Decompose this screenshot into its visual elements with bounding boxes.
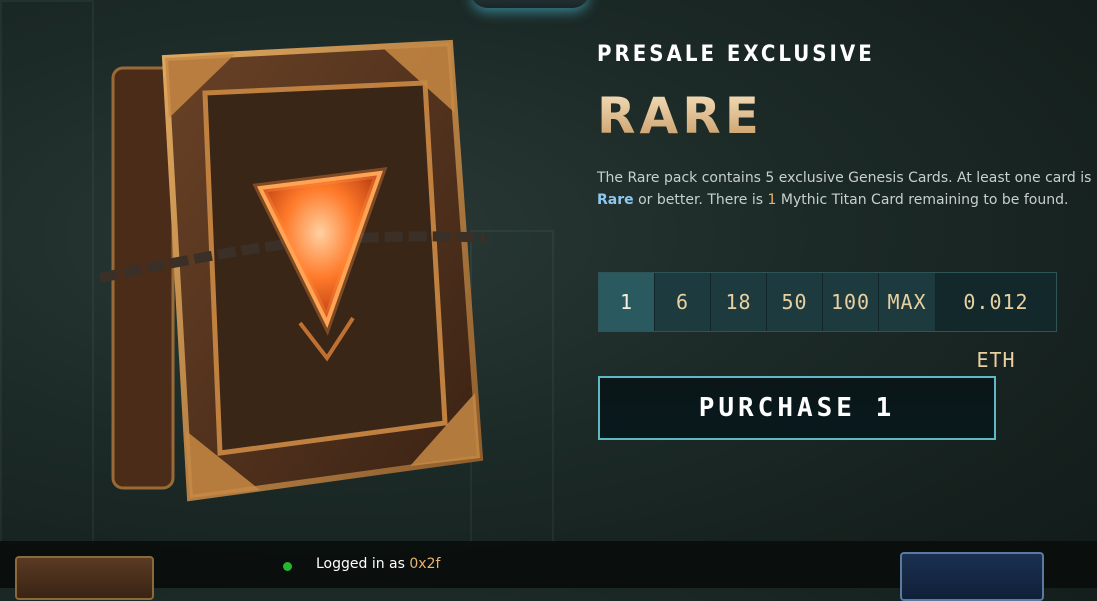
wallet-address[interactable]: 0x2f — [409, 556, 440, 572]
pack-info-panel: PRESALE EXCLUSIVE RARE The Rare pack con… — [597, 40, 1092, 211]
background-pillar — [0, 0, 94, 544]
login-prefix: Logged in as — [316, 556, 410, 572]
quantity-option-6[interactable]: 6 — [655, 273, 711, 331]
online-status-icon — [283, 562, 292, 571]
rarity-highlight: Rare — [597, 192, 634, 208]
login-status: Logged in as 0x2f — [316, 556, 440, 572]
price-display: 0.012 ETH — [936, 273, 1056, 372]
top-pack-edge — [470, 0, 590, 8]
pack-title: RARE — [597, 88, 1092, 144]
quantity-option-50[interactable]: 50 — [767, 273, 823, 331]
pack-spine — [111, 66, 175, 490]
quantity-selector: 1 6 18 50 100 MAX 0.012 ETH — [598, 272, 1057, 372]
quantity-option-100[interactable]: 100 — [823, 273, 879, 331]
rare-pack-image — [95, 38, 490, 508]
description-text: or better. There is — [633, 192, 768, 208]
pack-thumbnail-left[interactable] — [15, 556, 154, 600]
quantity-option-max[interactable]: MAX — [879, 273, 936, 331]
purchase-button[interactable]: PURCHASE 1 — [598, 376, 996, 440]
description-text: The Rare pack contains 5 exclusive Genes… — [597, 170, 1092, 186]
quantity-option-18[interactable]: 18 — [711, 273, 767, 331]
pack-description: The Rare pack contains 5 exclusive Genes… — [597, 167, 1092, 211]
pack-illustration — [98, 39, 486, 502]
quantity-option-1[interactable]: 1 — [599, 273, 655, 331]
description-text: Mythic Titan Card remaining to be found. — [776, 192, 1069, 208]
pack-thumbnail-right[interactable] — [900, 552, 1044, 601]
presale-label: PRESALE EXCLUSIVE — [597, 42, 875, 67]
